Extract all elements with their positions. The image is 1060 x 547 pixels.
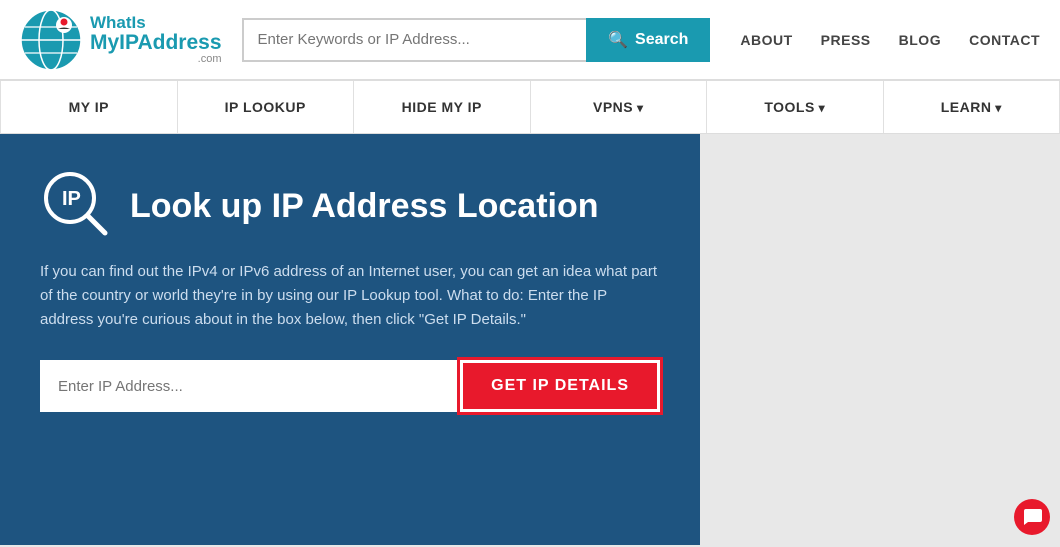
logo-myipaddress-label: MyIPAddress bbox=[90, 31, 222, 54]
nav-tools[interactable]: TOOLS bbox=[707, 81, 884, 133]
hero-title: Look up IP Address Location bbox=[130, 186, 599, 227]
ip-lookup-icon: IP bbox=[40, 170, 112, 242]
top-nav-blog[interactable]: BLOG bbox=[899, 32, 941, 48]
chat-icon[interactable] bbox=[1014, 499, 1050, 535]
logo-text: WhatIs MyIPAddress .com bbox=[90, 14, 222, 65]
hero-panel: IP Look up IP Address Location If you ca… bbox=[0, 134, 700, 545]
page-header: WhatIs MyIPAddress .com 🔍 Search ABOUT P… bbox=[0, 0, 1060, 80]
top-nav-about[interactable]: ABOUT bbox=[740, 32, 792, 48]
search-button-label: Search bbox=[635, 31, 688, 49]
search-area: 🔍 Search bbox=[242, 18, 711, 62]
nav-ip-lookup[interactable]: IP LOOKUP bbox=[178, 81, 355, 133]
top-nav-press[interactable]: PRESS bbox=[821, 32, 871, 48]
get-ip-details-button[interactable]: GET IP DETAILS bbox=[460, 360, 660, 412]
hero-title-row: IP Look up IP Address Location bbox=[40, 170, 660, 242]
main-navigation: MY IP IP LOOKUP HIDE MY IP VPNS TOOLS LE… bbox=[0, 80, 1060, 134]
nav-learn[interactable]: LEARN bbox=[884, 81, 1060, 133]
search-button[interactable]: 🔍 Search bbox=[586, 18, 710, 62]
ip-input-row: GET IP DETAILS bbox=[40, 360, 660, 412]
svg-text:IP: IP bbox=[62, 188, 81, 210]
top-navigation: ABOUT PRESS BLOG CONTACT bbox=[740, 32, 1040, 48]
chat-bubble-icon bbox=[1022, 507, 1042, 527]
ip-address-input[interactable] bbox=[40, 360, 460, 412]
nav-vpns[interactable]: VPNS bbox=[531, 81, 708, 133]
logo-com-label: .com bbox=[90, 54, 222, 65]
logo-whatis-label: WhatIs bbox=[90, 14, 222, 31]
main-content: IP Look up IP Address Location If you ca… bbox=[0, 134, 1060, 545]
nav-hide-my-ip[interactable]: HIDE MY IP bbox=[354, 81, 531, 133]
right-panel bbox=[700, 134, 1060, 545]
search-input[interactable] bbox=[242, 18, 587, 62]
top-nav-contact[interactable]: CONTACT bbox=[969, 32, 1040, 48]
logo[interactable]: WhatIs MyIPAddress .com bbox=[20, 9, 222, 71]
hero-description: If you can find out the IPv4 or IPv6 add… bbox=[40, 260, 660, 332]
logo-icon bbox=[20, 9, 82, 71]
nav-my-ip[interactable]: MY IP bbox=[0, 81, 178, 133]
search-icon: 🔍 bbox=[608, 30, 628, 50]
